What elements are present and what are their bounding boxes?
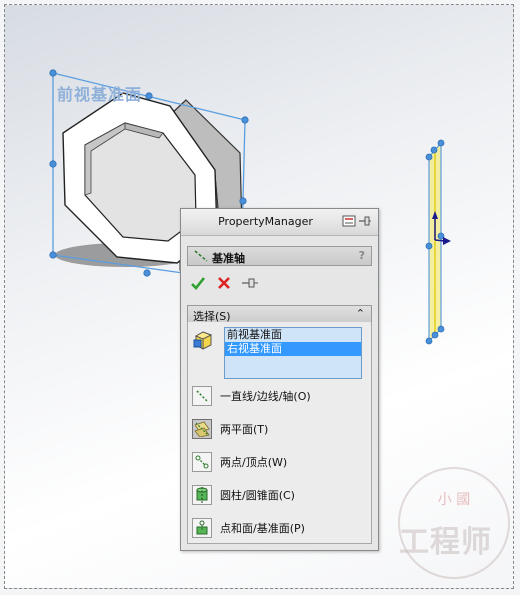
property-manager-title: PropertyManager (218, 215, 313, 228)
feature-name: 基准轴 (212, 252, 245, 265)
feature-header: 基准轴 ? (187, 246, 372, 266)
ok-button[interactable] (189, 274, 207, 292)
option-point-plane[interactable]: 点和面/基准面(P) (192, 518, 305, 538)
selection-item-right-plane[interactable]: 右视基准面 (225, 342, 361, 356)
option-cylinder-cone[interactable]: 圆柱/圆锥面(C) (192, 485, 295, 505)
checkmark-icon (191, 277, 206, 290)
action-buttons (189, 273, 259, 293)
help-icon[interactable]: ? (359, 249, 365, 262)
selection-cube-icon (193, 331, 213, 350)
selection-list[interactable]: 前视基准面 右视基准面 (224, 327, 362, 379)
property-manager-titlebar[interactable]: PropertyManager (181, 209, 378, 236)
property-manager-panel[interactable]: PropertyManager 基准轴 ? 选择(S) ⌃ 前视基准面 右视基准… (180, 208, 379, 551)
option-line-edge-axis[interactable]: 一直线/边线/轴(O) (192, 386, 311, 406)
option-two-points[interactable]: 两点/顶点(W) (192, 452, 287, 472)
line-edge-axis-icon (196, 390, 208, 402)
two-points-icon (195, 455, 209, 469)
point-plane-icon (196, 520, 208, 535)
cylinder-cone-icon (196, 487, 208, 503)
collapse-chevron-icon[interactable]: ⌃ (356, 307, 365, 320)
front-plane-label: 前视基准面 (57, 85, 143, 104)
reference-axis-icon (194, 250, 208, 262)
right-plane-outline[interactable] (425, 139, 451, 345)
flyout-icon[interactable] (342, 215, 356, 227)
option-two-planes[interactable]: 两平面(T) (192, 419, 268, 439)
selection-item-front-plane[interactable]: 前视基准面 (225, 328, 361, 342)
keep-visible-button[interactable] (241, 274, 259, 292)
selection-group-header[interactable]: 选择(S) ⌃ (187, 305, 372, 323)
cancel-button[interactable] (215, 274, 233, 292)
close-icon (218, 277, 230, 289)
two-planes-icon (194, 421, 210, 437)
pushpin-icon (242, 278, 258, 288)
pin-icon[interactable] (358, 215, 372, 227)
svg-text:小 國: 小 國 (438, 492, 470, 508)
watermark-text: 工程师 (399, 525, 492, 560)
